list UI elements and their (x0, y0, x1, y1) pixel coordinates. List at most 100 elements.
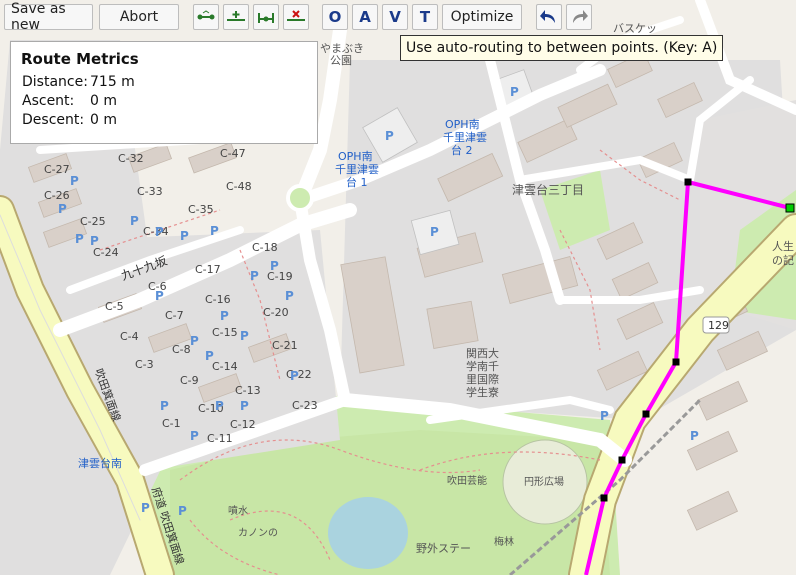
add-point-icon (227, 11, 245, 21)
parking-symbol: P (250, 269, 259, 283)
route-waypoint[interactable] (600, 494, 608, 502)
parking-symbol: P (141, 501, 150, 515)
parking-symbol: P (270, 259, 279, 273)
plot-label: C-32 (118, 152, 144, 165)
plot-label: C-1 (162, 417, 181, 430)
parking-symbol: P (210, 224, 219, 238)
parking-symbol: P (190, 429, 199, 443)
descent-row: Descent: 0 m (21, 110, 307, 129)
parking-symbol: P (215, 399, 224, 413)
distance-label: Distance: (22, 73, 88, 90)
label-oph2-name: 千里津雲 (443, 131, 487, 144)
label-route-129: 129 (708, 319, 729, 332)
label-yamabuki-park: 公園 (330, 54, 352, 67)
route-waypoint[interactable] (785, 203, 795, 213)
parking-symbol: P (178, 504, 187, 518)
plot-label: C-9 (180, 374, 199, 387)
plot-label: C-21 (272, 339, 298, 352)
parking-symbol: P (600, 409, 609, 423)
parking-symbol: P (240, 329, 249, 343)
split-segment-icon (258, 13, 274, 23)
plot-label: C-17 (195, 263, 221, 276)
plot-label: C-4 (120, 330, 139, 343)
label-kansai-1: 関西大 (466, 346, 499, 360)
ascent-row: Ascent: 0 m (21, 91, 307, 110)
route-metrics-panel: Route Metrics Distance: 715 m Ascent: 0 … (10, 41, 318, 144)
label-oph2: OPH南 (445, 118, 480, 131)
tooltip: Use auto-routing to between points. (Key… (400, 35, 724, 61)
plot-label: C-33 (137, 185, 163, 198)
plot-label: C-11 (207, 432, 233, 445)
split-segment-button[interactable] (253, 4, 279, 30)
label-umebayashi: 梅林 (494, 535, 514, 548)
delete-point-button[interactable] (283, 4, 309, 30)
label-basket: バスケッ (613, 22, 657, 35)
label-kansai-3: 里国際 (466, 373, 499, 386)
label-kanon: カノンの (238, 527, 278, 539)
parking-symbol: P (75, 232, 84, 246)
label-oph1: OPH南 (338, 150, 373, 163)
redo-button[interactable] (566, 4, 592, 30)
parking-symbol: P (130, 214, 139, 228)
parking-symbol: P (190, 334, 199, 348)
route-waypoint[interactable] (642, 410, 650, 418)
parking-symbol: P (160, 399, 169, 413)
parking-symbol: P (180, 229, 189, 243)
label-kansai-2: 学南千 (466, 359, 499, 373)
roundabout (286, 184, 314, 212)
descent-label: Descent: (22, 111, 85, 128)
label-yagai-stage: 野外ステー (416, 542, 471, 555)
parking-symbol: P (155, 289, 164, 303)
label-oph1-name: 千里津雲 (335, 163, 379, 176)
parking-symbol: P (385, 129, 394, 143)
parking-symbol: P (90, 234, 99, 248)
plot-label: C-48 (226, 180, 252, 193)
parking-symbol: P (70, 174, 79, 188)
letter-button-v[interactable]: V (382, 4, 408, 30)
label-kinen: の記 (772, 253, 794, 267)
plot-label: C-18 (252, 241, 278, 254)
route-waypoint[interactable] (672, 358, 680, 366)
label-jinsei: 人生 (772, 239, 794, 253)
pond (328, 497, 408, 569)
label-oph2-num: 台 2 (451, 143, 473, 157)
auto-route-button[interactable] (193, 4, 219, 30)
parking-symbol: P (430, 225, 439, 239)
label-tsukumodai-minami: 津雲台南 (78, 456, 122, 470)
plot-label: C-16 (205, 293, 231, 306)
parking-symbol: P (155, 225, 164, 239)
descent-value: 0 m (90, 111, 117, 128)
route-waypoint[interactable] (684, 178, 692, 186)
label-fountain: 噴水 (228, 505, 248, 517)
parking-symbol: P (285, 289, 294, 303)
plot-label: C-3 (135, 358, 154, 371)
plot-label: C-47 (220, 147, 246, 160)
label-enkei: 円形広場 (524, 475, 564, 488)
letter-button-t[interactable]: T (412, 4, 438, 30)
ascent-label: Ascent: (22, 92, 75, 109)
letter-button-o[interactable]: O (322, 4, 348, 30)
abort-button[interactable]: Abort (99, 4, 179, 30)
parking-symbol: P (205, 349, 214, 363)
undo-icon (540, 10, 555, 23)
plot-label: C-5 (105, 300, 124, 313)
parking-symbol: P (690, 429, 699, 443)
save-as-new-button[interactable]: Save as new (4, 1, 93, 33)
parking-symbol: P (510, 85, 519, 99)
undo-button[interactable] (536, 4, 562, 30)
route-waypoint[interactable] (618, 456, 626, 464)
plot-label: C-25 (80, 215, 106, 228)
metrics-title: Route Metrics (21, 50, 139, 68)
redo-icon (573, 10, 588, 23)
distance-value: 715 m (90, 73, 135, 90)
ascent-value: 0 m (90, 92, 117, 109)
optimize-button[interactable]: Optimize (442, 4, 522, 30)
label-tsukumodai: 津雲台三丁目 (512, 182, 584, 197)
plot-label: C-23 (292, 399, 318, 412)
distance-row: Distance: 715 m (21, 72, 307, 91)
label-kansai-4: 学生寮 (466, 385, 499, 399)
plot-label: C-7 (165, 309, 184, 322)
add-point-button[interactable] (223, 4, 249, 30)
letter-button-a[interactable]: A (352, 4, 378, 30)
plot-label: C-12 (230, 418, 256, 431)
